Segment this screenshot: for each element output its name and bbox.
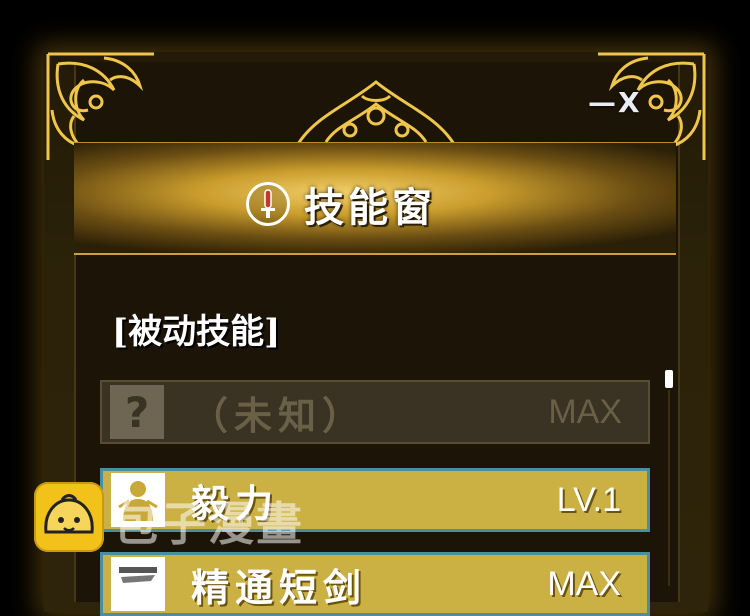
skill-name: （未知）: [190, 392, 367, 438]
close-button[interactable]: X: [618, 86, 642, 119]
sword-scroll-icon: [111, 557, 165, 611]
minimize-button[interactable]: —: [588, 86, 618, 119]
skill-row-unknown[interactable]: ? （未知） MAX: [100, 380, 650, 444]
skill-level: LV.1: [556, 480, 621, 519]
section-heading: [被动技能]: [112, 312, 281, 352]
watermark-logo-icon: [34, 482, 104, 552]
skill-name: 精通短剑: [191, 564, 368, 610]
skill-level: MAX: [548, 392, 622, 431]
skill-level: MAX: [547, 564, 621, 603]
window-controls: —X: [588, 86, 642, 119]
watermark-text: 包子漫畫: [112, 497, 304, 551]
window-title: 技能窗: [246, 178, 436, 231]
window-title-text: 技能窗: [304, 184, 436, 231]
sword-icon: [246, 182, 290, 226]
ornament-crest-icon: [296, 80, 456, 145]
question-icon: ?: [110, 385, 164, 439]
scrollbar-track[interactable]: [668, 390, 670, 586]
scrollbar-thumb[interactable]: [665, 370, 673, 388]
skill-row-dagger-mastery[interactable]: 精通短剑 MAX: [100, 552, 650, 616]
